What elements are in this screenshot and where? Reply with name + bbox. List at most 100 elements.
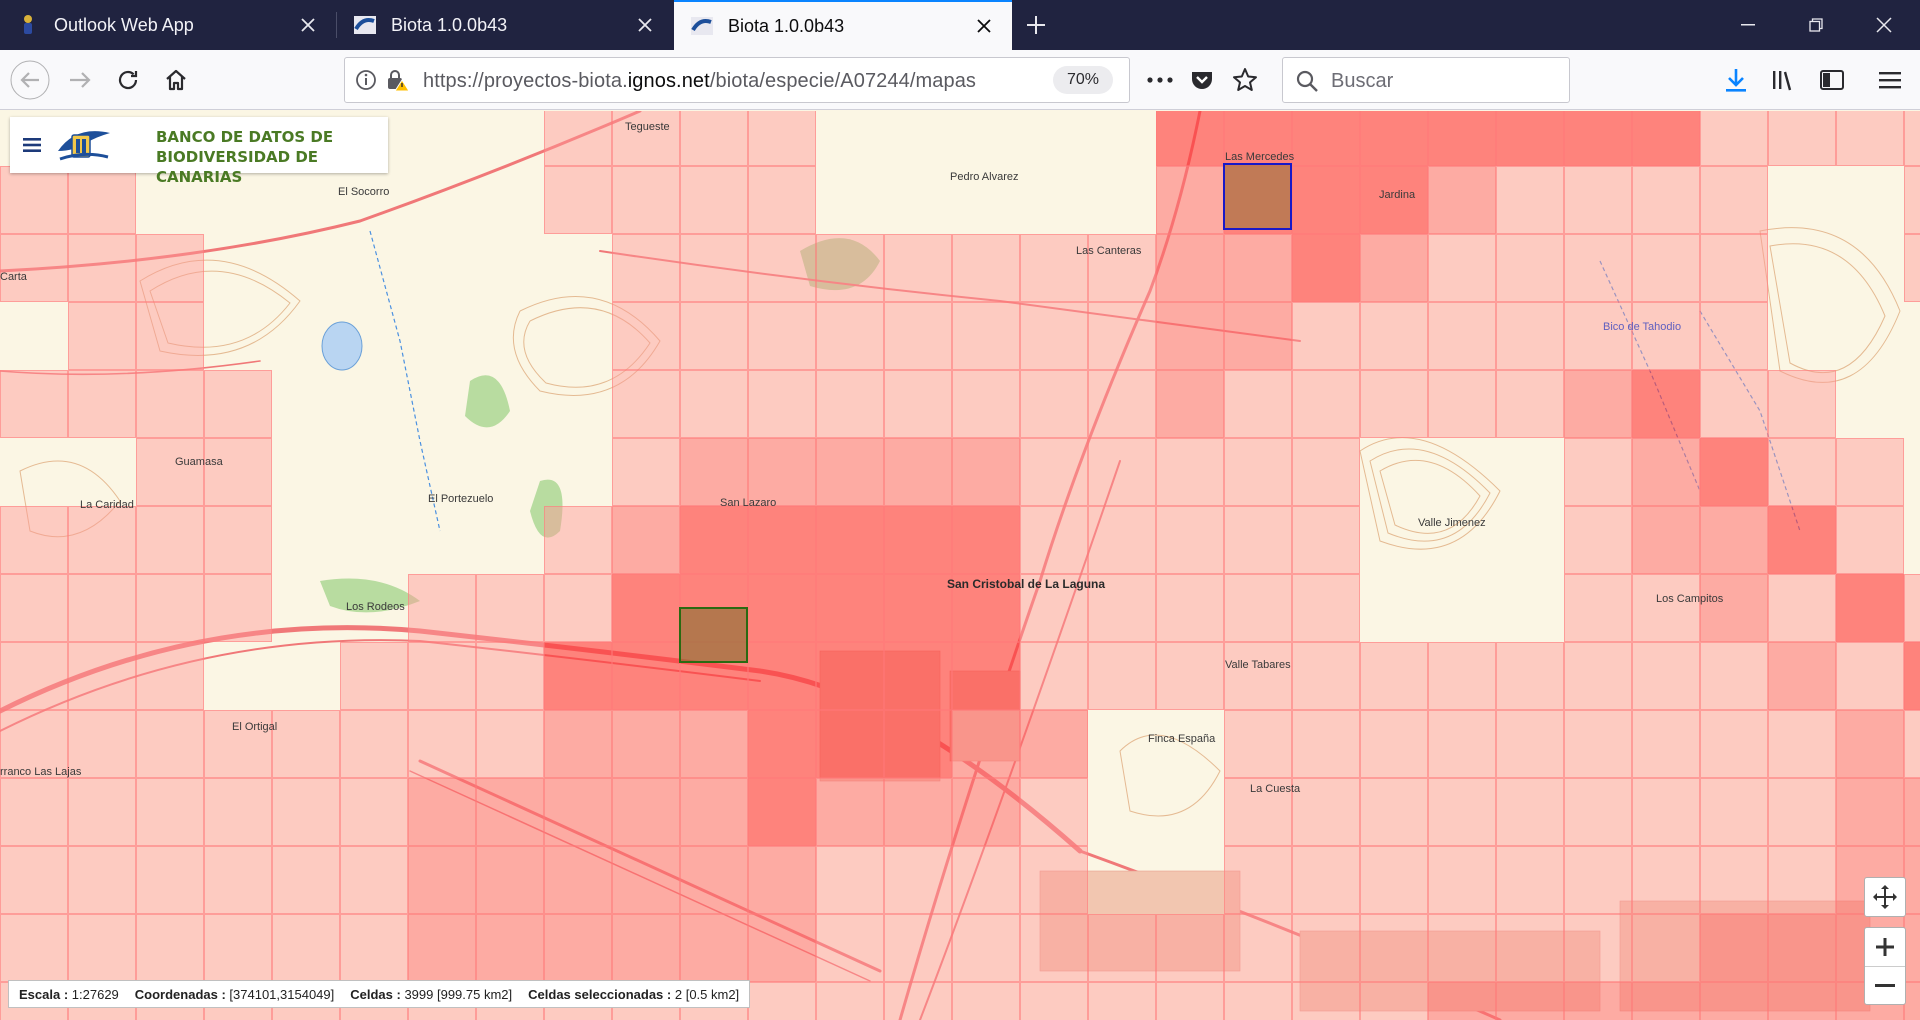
grid-cell[interactable] [952, 370, 1020, 438]
grid-cell[interactable] [1632, 166, 1700, 234]
grid-cell[interactable] [1496, 370, 1564, 438]
grid-cell[interactable] [136, 846, 204, 914]
grid-cell[interactable] [1632, 302, 1700, 370]
grid-cell[interactable] [952, 506, 1020, 574]
pan-control[interactable] [1864, 877, 1906, 917]
grid-cell[interactable] [1020, 302, 1088, 370]
grid-cell[interactable] [816, 710, 884, 778]
grid-cell[interactable] [612, 642, 680, 710]
grid-cell[interactable] [1156, 370, 1224, 438]
grid-cell[interactable] [612, 302, 680, 370]
page-actions-button[interactable] [1140, 60, 1180, 100]
grid-cell[interactable] [476, 642, 544, 710]
grid-cell[interactable] [1496, 234, 1564, 302]
search-bar[interactable]: Buscar [1282, 57, 1570, 103]
grid-cell[interactable] [544, 778, 612, 846]
grid-cell[interactable] [408, 574, 476, 642]
grid-cell[interactable] [0, 574, 68, 642]
grid-cell[interactable] [1700, 370, 1768, 438]
grid-cell[interactable] [1768, 982, 1836, 1020]
grid-cell[interactable] [1292, 778, 1360, 846]
grid-cell[interactable] [544, 710, 612, 778]
grid-cell[interactable] [612, 166, 680, 234]
grid-cell[interactable] [748, 438, 816, 506]
grid-cell[interactable] [1700, 914, 1768, 982]
grid-cell[interactable] [136, 778, 204, 846]
grid-cell[interactable] [1292, 166, 1360, 234]
grid-cell[interactable] [1700, 111, 1768, 166]
grid-cell[interactable] [408, 778, 476, 846]
grid-cell[interactable] [1156, 166, 1224, 234]
grid-cell[interactable] [340, 642, 408, 710]
grid-cell[interactable] [1496, 778, 1564, 846]
grid-cell[interactable] [1632, 710, 1700, 778]
grid-cell[interactable] [68, 302, 136, 370]
grid-cell[interactable] [952, 438, 1020, 506]
grid-cell[interactable] [408, 846, 476, 914]
grid-cell[interactable] [884, 846, 952, 914]
grid-cell[interactable] [1496, 710, 1564, 778]
grid-cell[interactable] [340, 846, 408, 914]
grid-cell[interactable] [0, 166, 68, 234]
pan-move-icon[interactable] [1865, 878, 1905, 916]
grid-cell[interactable] [612, 370, 680, 438]
grid-cell[interactable] [136, 710, 204, 778]
grid-cell[interactable] [1904, 914, 1920, 982]
grid-cell[interactable] [1768, 111, 1836, 166]
grid-cell[interactable] [952, 846, 1020, 914]
grid-cell[interactable] [1292, 710, 1360, 778]
grid-cell[interactable] [1904, 574, 1920, 642]
grid-cell[interactable] [1632, 574, 1700, 642]
grid-cell[interactable] [680, 166, 748, 234]
grid-cell[interactable] [1564, 982, 1632, 1020]
grid-cell[interactable] [1224, 914, 1292, 982]
grid-cell[interactable] [136, 438, 204, 506]
grid-cell[interactable] [952, 302, 1020, 370]
grid-cell[interactable] [68, 642, 136, 710]
grid-cell[interactable] [1292, 111, 1360, 166]
grid-cell[interactable] [1224, 438, 1292, 506]
grid-cell[interactable] [68, 234, 136, 302]
grid-cell[interactable] [272, 710, 340, 778]
grid-cell[interactable] [476, 574, 544, 642]
side-menu-button[interactable] [18, 131, 46, 159]
grid-cell[interactable] [1564, 370, 1632, 438]
grid-cell[interactable] [408, 642, 476, 710]
grid-cell[interactable] [1292, 506, 1360, 574]
grid-cell[interactable] [1088, 302, 1156, 370]
grid-cell[interactable] [476, 778, 544, 846]
grid-cell[interactable] [1632, 438, 1700, 506]
grid-cell[interactable] [1904, 642, 1920, 710]
grid-cell[interactable] [612, 710, 680, 778]
grid-cell[interactable] [68, 574, 136, 642]
grid-cell[interactable] [1836, 438, 1904, 506]
tab-biota-active[interactable]: Biota 1.0.0b43 [674, 0, 1012, 50]
grid-cell[interactable] [1428, 370, 1496, 438]
grid-cell[interactable] [1496, 846, 1564, 914]
grid-cell[interactable] [1632, 778, 1700, 846]
grid-cell[interactable] [1360, 302, 1428, 370]
grid-cell[interactable] [1360, 982, 1428, 1020]
grid-cell[interactable] [816, 438, 884, 506]
grid-cell[interactable] [1836, 710, 1904, 778]
grid-cell[interactable] [1836, 574, 1904, 642]
grid-cell[interactable] [68, 370, 136, 438]
grid-cell[interactable] [952, 778, 1020, 846]
grid-cell[interactable] [68, 914, 136, 982]
grid-cell[interactable] [612, 438, 680, 506]
grid-cell[interactable] [68, 778, 136, 846]
grid-cell[interactable] [748, 574, 816, 642]
grid-cell[interactable] [884, 302, 952, 370]
grid-cell[interactable] [68, 506, 136, 574]
grid-cell[interactable] [816, 982, 884, 1020]
grid-cell[interactable] [1632, 846, 1700, 914]
grid-cell[interactable] [952, 982, 1020, 1020]
grid-cell[interactable] [1224, 642, 1292, 710]
grid-cell[interactable] [1632, 111, 1700, 166]
grid-cell[interactable] [1768, 438, 1836, 506]
grid-cell[interactable] [816, 642, 884, 710]
grid-cell[interactable] [1632, 506, 1700, 574]
grid-cell[interactable] [544, 642, 612, 710]
grid-cell[interactable] [1700, 642, 1768, 710]
zoom-out-button[interactable] [1865, 966, 1905, 1004]
